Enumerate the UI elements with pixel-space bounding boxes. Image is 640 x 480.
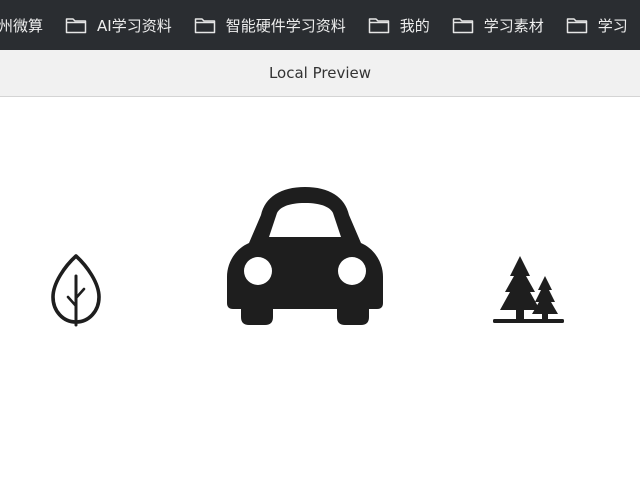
bookmark-folder-materials[interactable]: 学习素材: [452, 0, 544, 50]
folder-icon: [452, 18, 473, 34]
car-icon: [227, 187, 383, 325]
bookmarks-bar: 州微算 AI学习资料 智能硬件学习资料 我的 学习素材 学习: [0, 0, 640, 50]
bookmark-label: AI学习资料: [97, 16, 172, 35]
bookmark-folder-study[interactable]: 学习: [566, 0, 628, 50]
bookmark-label: 智能硬件学习资料: [225, 16, 346, 35]
bookmark-label: 州微算: [0, 16, 44, 35]
folder-icon: [566, 18, 587, 34]
bookmark-label: 我的: [399, 16, 430, 35]
folder-icon: [368, 18, 389, 34]
folder-icon: [194, 18, 215, 34]
folder-icon: [65, 18, 87, 34]
preview-canvas: [0, 97, 640, 480]
preview-title: Local Preview: [268, 64, 372, 82]
bookmark-item-1[interactable]: 州微算: [0, 0, 43, 50]
tree-outline-icon: [51, 254, 101, 327]
bookmark-label: 学习素材: [483, 16, 544, 35]
bookmarks-list: 州微算 AI学习资料 智能硬件学习资料 我的 学习素材 学习: [0, 0, 640, 50]
bookmark-folder-ai[interactable]: AI学习资料: [65, 0, 172, 50]
bookmark-folder-hardware[interactable]: 智能硬件学习资料: [194, 0, 346, 50]
preview-header: Local Preview: [0, 50, 640, 97]
pine-trees-icon: [493, 256, 564, 323]
bookmark-folder-mine[interactable]: 我的: [368, 0, 430, 50]
bookmark-label: 学习: [597, 16, 628, 35]
